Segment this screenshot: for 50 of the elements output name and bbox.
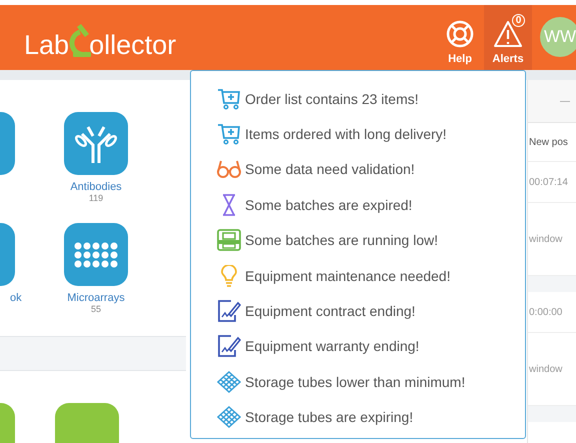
alert-item[interactable]: Items ordered with long delivery! xyxy=(191,116,525,152)
alert-text: Equipment maintenance needed! xyxy=(245,268,450,284)
tray-icon xyxy=(217,229,241,252)
tile-icon[interactable] xyxy=(55,403,119,443)
alert-text: Some data need validation! xyxy=(245,161,415,178)
antibody-tile-icon[interactable] xyxy=(64,112,128,175)
tile-icon[interactable] xyxy=(0,223,15,286)
tile-icon[interactable] xyxy=(0,112,15,175)
alert-text: Some batches are running low! xyxy=(245,232,438,248)
signed-document-icon xyxy=(217,300,241,322)
signed-document-icon xyxy=(217,335,241,358)
alert-text: Order list contains 23 items! xyxy=(245,90,419,107)
glasses-icon xyxy=(217,158,241,180)
alert-item[interactable]: Some batches are running low! xyxy=(191,222,525,258)
table-cell: window xyxy=(528,364,562,374)
alert-item[interactable]: Order list contains 23 items! xyxy=(191,81,525,116)
logo-text: ollector xyxy=(89,30,176,60)
table-cell: 00:07:14 xyxy=(528,176,568,188)
tile-count: 55 xyxy=(90,304,101,314)
alert-text: Equipment warranty ending! xyxy=(245,338,420,354)
alert-text: Some batches are expired! xyxy=(245,196,412,213)
alert-text: Items ordered with long delivery! xyxy=(245,126,447,142)
diamond-grid-icon xyxy=(217,406,241,428)
alert-text: Equipment contract ending! xyxy=(245,303,416,320)
cart-icon xyxy=(217,123,241,146)
alert-item[interactable]: Equipment warranty ending! xyxy=(191,328,525,364)
alert-item[interactable]: Equipment contract ending! xyxy=(191,293,525,329)
tile-label[interactable]: Antibodies xyxy=(70,181,122,193)
panel-header-text: — xyxy=(559,96,570,106)
column-header: New pos xyxy=(528,136,568,148)
alert-item[interactable]: Equipment maintenance needed! xyxy=(191,258,525,294)
tile-icon[interactable] xyxy=(0,403,15,443)
table-cell: window xyxy=(528,234,562,244)
logo-text: Lab xyxy=(24,30,70,60)
alert-count-badge: 0 xyxy=(512,14,525,27)
alert-text: Storage tubes lower than minimum! xyxy=(245,374,466,390)
alert-item[interactable]: Some batches are expired! xyxy=(191,187,525,223)
alert-item[interactable]: Storage tubes are expiring! xyxy=(191,400,525,435)
tile-count: 119 xyxy=(88,193,104,203)
lifebuoy-icon xyxy=(445,19,475,49)
tile-label[interactable]: ok xyxy=(10,292,22,304)
diamond-grid-icon xyxy=(217,370,241,393)
table-cell: 0:00:00 xyxy=(528,306,562,318)
alert-item[interactable]: Storage tubes lower than minimum! xyxy=(191,364,525,400)
alerts-button[interactable]: Alerts 0 xyxy=(484,5,532,70)
tile-label[interactable]: Microarrays xyxy=(67,292,125,304)
alert-item[interactable]: Some data need validation! xyxy=(191,152,525,188)
alert-text: Storage tubes are expiring! xyxy=(245,409,414,426)
cart-icon xyxy=(217,88,241,110)
dot-grid-tile-icon[interactable] xyxy=(64,223,128,286)
